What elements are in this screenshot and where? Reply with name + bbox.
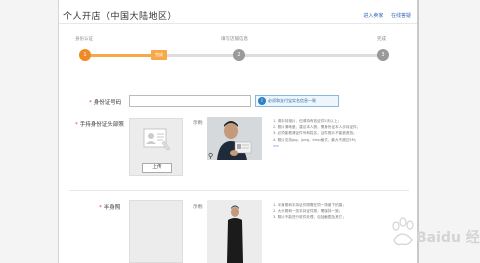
section-divider	[69, 190, 409, 191]
step-1-label: 身份认证	[75, 37, 93, 42]
handheld-label: * 手持身份证头部照	[75, 122, 124, 128]
required-marker: *	[75, 122, 78, 128]
page-title: 个人开店（中国大陆地区）	[63, 12, 178, 22]
info-icon: i	[258, 97, 266, 105]
handheld-tips: 1. 请手持相片，但请持有效证件5天以上； 2. 照片清晰度，建议本人照，需身份…	[273, 118, 360, 149]
page-content: 个人开店（中国大陆地区） 进入卖家 在线答疑 身份认证 填写店铺信息 完成 1 …	[59, 0, 417, 263]
step-2-label: 填写店铺信息	[221, 37, 248, 42]
tip-line: 3. 必须能看清证件号和姓名，证件照片不能被遮挡；	[273, 131, 357, 136]
half-body-sample-label: 示例:	[193, 205, 204, 210]
baidu-jingyan-watermark: Baidu 经验	[392, 217, 480, 246]
required-marker: *	[99, 205, 102, 211]
id-number-label: * 身份证号码	[89, 100, 122, 106]
half-body-sample-photo	[207, 200, 262, 263]
seller-link[interactable]: 进入卖家	[363, 13, 383, 19]
half-body-label: * 半身照	[99, 205, 121, 211]
id-number-input[interactable]	[129, 95, 251, 107]
handheld-upload-area: 上传	[129, 118, 183, 176]
more-link[interactable]: >>	[273, 143, 360, 149]
svg-text:Baidu 经验: Baidu 经验	[416, 229, 480, 246]
id-hint-text: 必须和支付宝实名信息一致	[268, 98, 316, 103]
header-divider	[59, 23, 417, 24]
step-3-dot: 3	[377, 49, 389, 61]
half-body-person-image	[207, 200, 262, 263]
step-1-dot: 1	[79, 49, 91, 61]
tip-line: 4. 照片支持jpg、jpeg、bmp格式，最大不超过5M；	[273, 137, 359, 142]
half-body-tips: 1. 半身照和手持证件照需在同一场景下拍摄； 2. 大头照和一张手持证件照，需保…	[273, 202, 346, 221]
upload-button[interactable]: 上传	[142, 163, 172, 173]
id-hint-box: i 必须和支付宝实名信息一致	[255, 95, 339, 107]
id-card-illustration-icon	[143, 128, 171, 151]
required-marker: *	[89, 100, 92, 106]
step-3-label: 完成	[377, 37, 386, 42]
progress-steps: 身份认证 填写店铺信息 完成 1 完成 2 3	[59, 36, 417, 66]
help-link[interactable]: 在线答疑	[391, 13, 411, 19]
step-1-tag: 完成	[151, 50, 167, 60]
handheld-sample-label: 示例:	[193, 121, 204, 126]
header: 个人开店（中国大陆地区） 进入卖家 在线答疑	[59, 6, 417, 24]
tip-line: 3. 照片不能进行软件处理，包括截图及其它；	[273, 215, 346, 220]
half-body-upload-area	[129, 200, 183, 263]
header-links: 进入卖家 在线答疑	[357, 12, 411, 19]
step-2-dot: 2	[233, 49, 245, 61]
magnifier-icon[interactable]: ⚲	[208, 152, 216, 160]
